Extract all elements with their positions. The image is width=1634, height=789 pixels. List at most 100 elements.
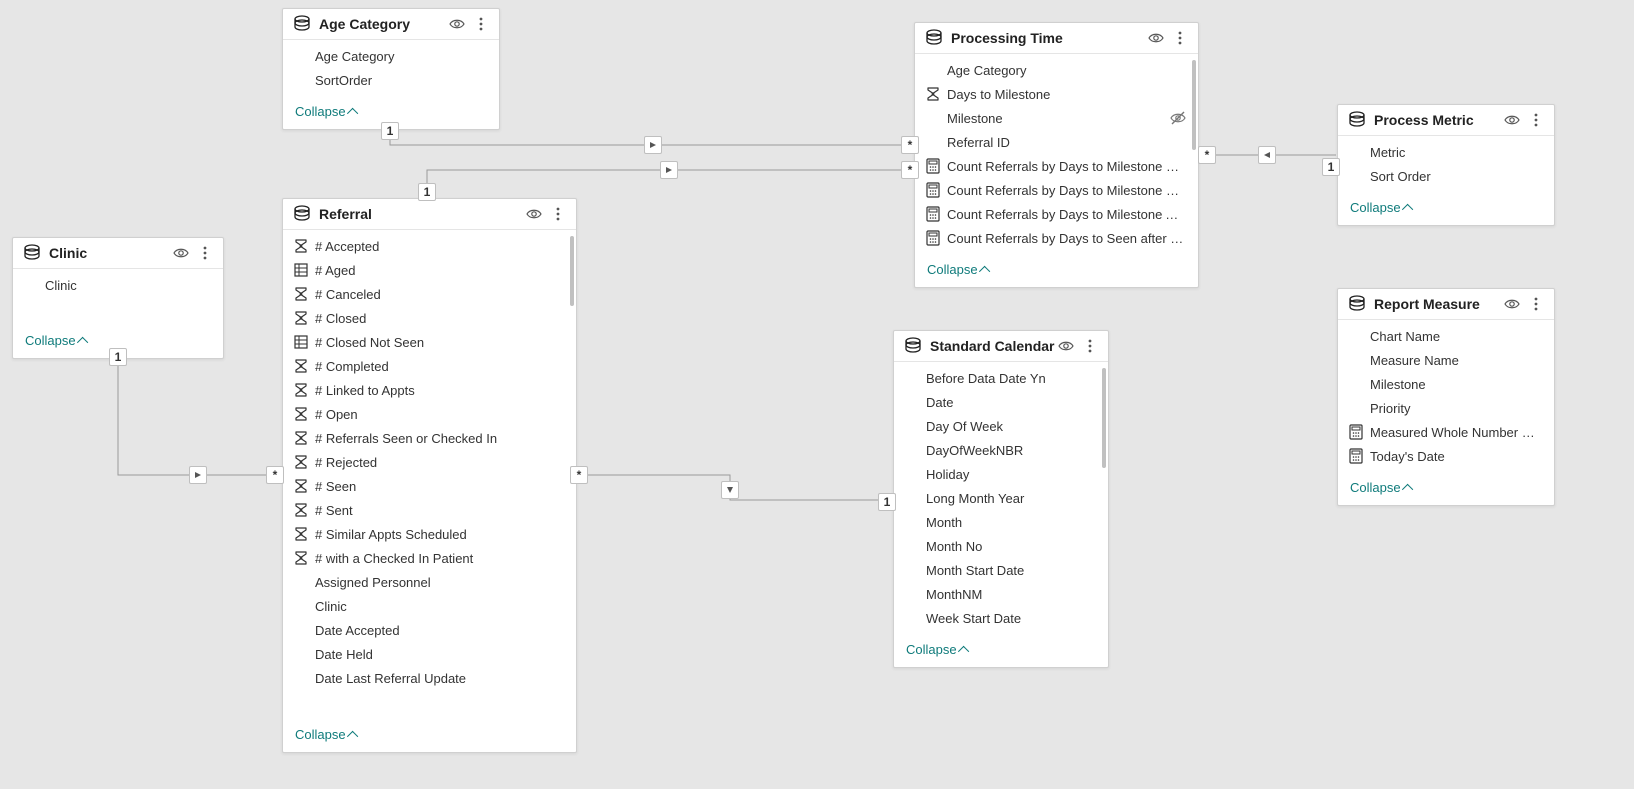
field-row[interactable]: Milestone <box>1338 372 1554 396</box>
field-row[interactable]: Priority <box>1338 396 1554 420</box>
hidden-icon[interactable] <box>1170 110 1186 126</box>
field-row[interactable]: # Seen <box>283 474 576 498</box>
collapse-button[interactable]: Collapse <box>283 719 576 752</box>
table-header[interactable]: Processing Time <box>915 23 1198 54</box>
visibility-icon[interactable] <box>526 206 542 222</box>
more-options-icon[interactable] <box>550 206 566 222</box>
field-row[interactable]: DayOfWeekNBR <box>894 438 1108 462</box>
field-row[interactable]: # Closed Not Seen <box>283 330 576 354</box>
field-row[interactable]: Week Start Date <box>894 606 1108 630</box>
field-row[interactable]: Clinic <box>283 594 576 618</box>
field-row[interactable]: Metric <box>1338 140 1554 164</box>
field-row[interactable]: Date Last Referral Update <box>283 666 576 690</box>
field-label: # Linked to Appts <box>315 383 564 398</box>
field-row[interactable]: Count Referrals by Days to Milestone aft… <box>915 178 1198 202</box>
field-row[interactable]: # Sent <box>283 498 576 522</box>
field-row[interactable]: SortOrder <box>283 68 499 92</box>
table-header[interactable]: Referral <box>283 199 576 230</box>
field-row[interactable]: Month No <box>894 534 1108 558</box>
field-row[interactable]: Day Of Week <box>894 414 1108 438</box>
field-row[interactable]: Date <box>894 390 1108 414</box>
field-row[interactable]: Count Referrals by Days to Seen after 90… <box>915 226 1198 250</box>
field-row[interactable]: Long Month Year <box>894 486 1108 510</box>
more-options-icon[interactable] <box>1172 30 1188 46</box>
table-header[interactable]: Process Metric <box>1338 105 1554 136</box>
field-row[interactable]: Date Held <box>283 642 576 666</box>
visibility-icon[interactable] <box>449 16 465 32</box>
field-row[interactable]: Before Data Date Yn <box>894 366 1108 390</box>
field-row[interactable]: Assigned Personnel <box>283 570 576 594</box>
field-row[interactable]: # Canceled <box>283 282 576 306</box>
field-row[interactable]: Days to Milestone <box>915 82 1198 106</box>
field-row[interactable]: # Similar Appts Scheduled <box>283 522 576 546</box>
field-row[interactable]: Measured Whole Number Value <box>1338 420 1554 444</box>
table-standard-calendar[interactable]: Standard Calendar Before Data Date Yn Dat… <box>893 330 1109 668</box>
collapse-button[interactable]: Collapse <box>1338 192 1554 225</box>
field-row[interactable]: Today's Date <box>1338 444 1554 468</box>
field-row[interactable]: MonthNM <box>894 582 1108 606</box>
visibility-icon[interactable] <box>1504 112 1520 128</box>
field-label: Month Start Date <box>926 563 1096 578</box>
chevron-up-icon <box>958 645 969 656</box>
cardinality-many: * <box>266 466 284 484</box>
table-age-category[interactable]: Age Category Age Category SortOrder Coll… <box>282 8 500 130</box>
collapse-button[interactable]: Collapse <box>1338 472 1554 505</box>
sigma-icon <box>293 358 309 374</box>
field-label: Date Held <box>315 647 564 662</box>
field-label: Referral ID <box>947 135 1186 150</box>
field-row[interactable]: Age Category <box>915 58 1198 82</box>
chevron-up-icon <box>347 730 358 741</box>
more-options-icon[interactable] <box>197 245 213 261</box>
field-row[interactable]: Holiday <box>894 462 1108 486</box>
field-row[interactable]: Count Referrals by Days to Milestone aft… <box>915 154 1198 178</box>
visibility-icon[interactable] <box>1504 296 1520 312</box>
field-row[interactable]: Date Accepted <box>283 618 576 642</box>
visibility-icon[interactable] <box>1148 30 1164 46</box>
field-row[interactable]: Month Start Date <box>894 558 1108 582</box>
table-referral[interactable]: Referral # Accepted# Aged# Canceled # Clo… <box>282 198 577 753</box>
scrollbar[interactable] <box>570 236 574 306</box>
more-options-icon[interactable] <box>1528 112 1544 128</box>
field-row[interactable]: Month <box>894 510 1108 534</box>
cardinality-many: * <box>1198 146 1216 164</box>
field-row[interactable]: # Aged <box>283 258 576 282</box>
field-row[interactable]: Count Referrals by Days to Milestone All… <box>915 202 1198 226</box>
scrollbar[interactable] <box>1192 60 1196 150</box>
table-header[interactable]: Age Category <box>283 9 499 40</box>
table-report-measure[interactable]: Report Measure Chart NameMeasure NameMil… <box>1337 288 1555 506</box>
field-row[interactable]: Age Category <box>283 44 499 68</box>
collapse-button[interactable]: Collapse <box>894 634 1108 667</box>
field-row[interactable]: # Rejected <box>283 450 576 474</box>
visibility-icon[interactable] <box>173 245 189 261</box>
table-header[interactable]: Report Measure <box>1338 289 1554 320</box>
scrollbar[interactable] <box>1102 368 1106 468</box>
table-header[interactable]: Clinic <box>13 238 223 269</box>
field-row[interactable]: # with a Checked In Patient <box>283 546 576 570</box>
field-row[interactable]: # Closed <box>283 306 576 330</box>
more-options-icon[interactable] <box>1082 338 1098 354</box>
more-options-icon[interactable] <box>473 16 489 32</box>
field-row[interactable]: Chart Name <box>1338 324 1554 348</box>
table-clinic[interactable]: Clinic Clinic . Collapse <box>12 237 224 359</box>
field-row[interactable]: Referral ID <box>915 130 1198 154</box>
table-processing-time[interactable]: Processing Time Age CategoryDays to Mile… <box>914 22 1199 288</box>
collapse-button[interactable]: Collapse <box>915 254 1198 287</box>
field-label: # Closed <box>315 311 564 326</box>
table-header[interactable]: Standard Calendar <box>894 331 1108 362</box>
calc-icon <box>925 230 941 246</box>
more-options-icon[interactable] <box>1528 296 1544 312</box>
field-label: Before Data Date Yn <box>926 371 1096 386</box>
field-row[interactable]: # Referrals Seen or Checked In <box>283 426 576 450</box>
field-row[interactable]: Measure Name <box>1338 348 1554 372</box>
field-row[interactable]: Sort Order <box>1338 164 1554 188</box>
field-row[interactable]: Clinic <box>13 273 223 297</box>
visibility-icon[interactable] <box>1058 338 1074 354</box>
field-row[interactable]: # Accepted <box>283 234 576 258</box>
field-row[interactable]: # Linked to Appts <box>283 378 576 402</box>
field-row[interactable]: # Open <box>283 402 576 426</box>
sigma-icon <box>293 238 309 254</box>
table-process-metric[interactable]: Process Metric Metric Sort Order Collaps… <box>1337 104 1555 226</box>
field-row[interactable]: # Completed <box>283 354 576 378</box>
field-row[interactable]: Milestone <box>915 106 1198 130</box>
table-title: Report Measure <box>1374 296 1504 312</box>
